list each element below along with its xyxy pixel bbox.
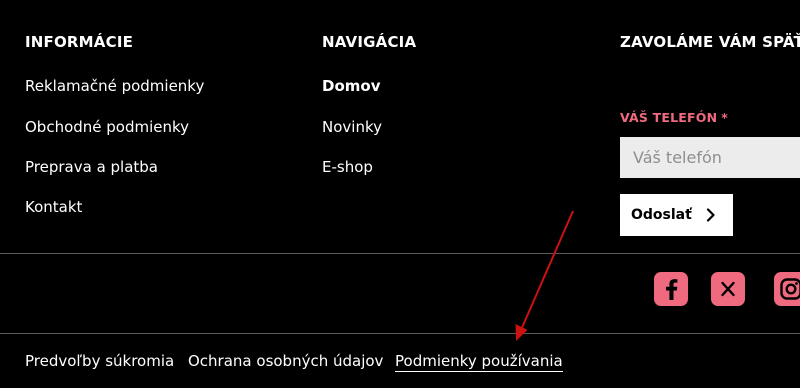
x-link[interactable] — [711, 272, 745, 306]
link-eshop[interactable]: E-shop — [322, 158, 373, 176]
link-novinky[interactable]: Novinky — [322, 118, 382, 136]
link-personal-data-protection[interactable]: Ochrana osobných údajov — [188, 352, 383, 370]
chevron-right-icon — [706, 208, 716, 222]
link-obchodne-podmienky[interactable]: Obchodné podmienky — [25, 118, 189, 136]
link-privacy-preferences[interactable]: Predvoľby súkromia — [25, 352, 174, 370]
required-asterisk: * — [721, 110, 729, 125]
footer-column-callback: ZAVOLÁME VÁM SPÄŤ VÁŠ TELEFÓN* Odoslať — [620, 33, 800, 236]
callback-heading: ZAVOLÁME VÁM SPÄŤ — [620, 33, 800, 51]
divider-bottom — [0, 333, 800, 334]
link-domov[interactable]: Domov — [322, 77, 380, 95]
phone-label: VÁŠ TELEFÓN * — [620, 110, 728, 125]
send-button[interactable]: Odoslať — [620, 194, 733, 236]
facebook-link[interactable] — [654, 272, 688, 306]
link-reklamacne-podmienky[interactable]: Reklamačné podmienky — [25, 77, 204, 95]
link-preprava-a-platba[interactable]: Preprava a platba — [25, 158, 158, 176]
footer-column-nav: NAVIGÁCIA Domov Novinky E-shop — [322, 33, 417, 176]
instagram-icon — [774, 272, 800, 306]
phone-input[interactable] — [620, 137, 800, 178]
x-icon — [711, 272, 745, 306]
divider-top — [0, 253, 800, 254]
send-button-label: Odoslať — [631, 207, 692, 223]
info-heading: INFORMÁCIE — [25, 33, 134, 51]
instagram-link[interactable] — [774, 272, 800, 306]
phone-label-text: VÁŠ TELEFÓN — [620, 110, 718, 125]
footer-column-info: INFORMÁCIE Reklamačné podmienky Obchodné… — [25, 33, 204, 216]
facebook-icon — [654, 272, 688, 306]
nav-heading: NAVIGÁCIA — [322, 33, 417, 51]
link-terms-of-use[interactable]: Podmienky používania — [395, 352, 563, 372]
link-kontakt[interactable]: Kontakt — [25, 198, 82, 216]
